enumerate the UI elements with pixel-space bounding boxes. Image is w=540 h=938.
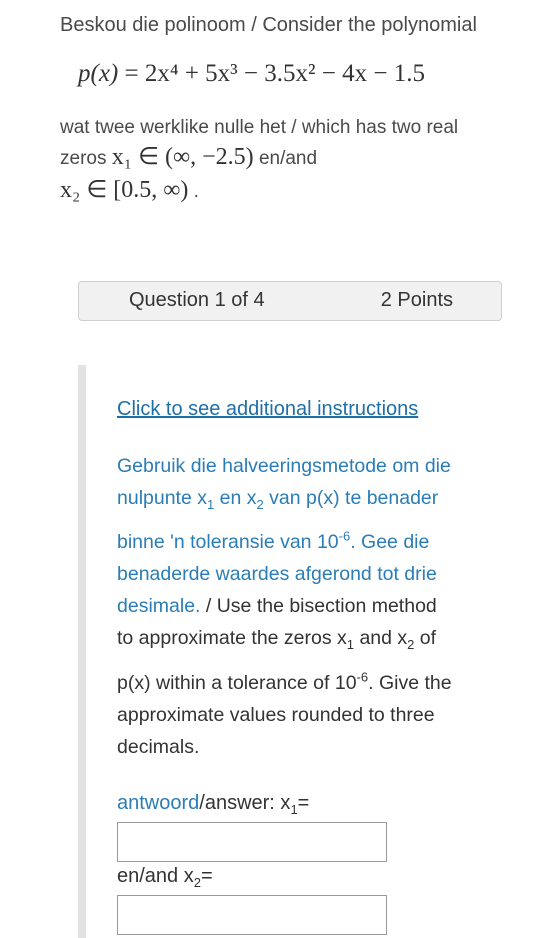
question-points: 2 Points (380, 289, 453, 311)
answer-x2-sub: 2 (193, 875, 201, 890)
polynomial-formula: p(x) = 2x⁴ + 5x³ − 3.5x² − 4x − 1.5 (78, 60, 425, 88)
content-left-border (78, 365, 86, 938)
x1-answer-input[interactable] (117, 822, 387, 862)
antwoord-label: antwoord (117, 792, 200, 814)
instructions-afrikaans: Gebruik die halveeringsmetode om die nul… (117, 455, 451, 617)
zeros-label: zeros (60, 148, 107, 169)
x2-interval: x₂ ∈ [0.5, ∞) (60, 177, 189, 203)
answer-label-text: /answer: x (199, 792, 291, 814)
afr-text-2: en x (214, 487, 257, 509)
polynomial-rhs: = 2x⁴ + 5x³ − 3.5x² − 4x − 1.5 (124, 60, 425, 87)
description-line-2: zeros x₁ ∈ (∞, −2.5) en/and (60, 142, 317, 171)
x1-interval: x₁ ∈ (∞, −2.5) (111, 144, 254, 170)
answer-x2-label: en/and x2= (117, 865, 213, 890)
additional-instructions-link[interactable]: Click to see additional instructions (117, 398, 418, 421)
question-header-bar: Question 1 of 4 2 Points (78, 281, 502, 321)
question-intro: Beskou die polinoom / Consider the polyn… (60, 14, 477, 36)
eng-sup: -6 (356, 669, 369, 685)
answer-x1-label: antwoord/answer: x1= (117, 792, 309, 817)
polynomial-lhs: p(x) (78, 60, 119, 87)
description-line-3: x₂ ∈ [0.5, ∞) . (60, 175, 199, 204)
eng-sub-1: 1 (346, 637, 355, 653)
period: . (193, 181, 199, 202)
en-and-label: en/and (258, 148, 318, 169)
question-number: Question 1 of 4 (129, 289, 265, 311)
description-line-1: wat twee werklike nulle het / which has … (60, 117, 459, 138)
answer-x1-eq: = (297, 792, 310, 814)
answer-x2-text: en/and x (117, 865, 194, 887)
afr-sub-2: 2 (256, 496, 264, 512)
eng-text-2: and x (354, 627, 408, 650)
instructions-english: / Use the bisection method to approximat… (117, 595, 452, 757)
answer-x2-eq: = (200, 865, 213, 887)
x2-answer-input[interactable] (117, 895, 387, 935)
afr-sup: -6 (338, 528, 351, 544)
instructions-text: Gebruik die halveeringsmetode om die nul… (117, 450, 457, 763)
answer-x1-sub: 1 (290, 802, 298, 817)
